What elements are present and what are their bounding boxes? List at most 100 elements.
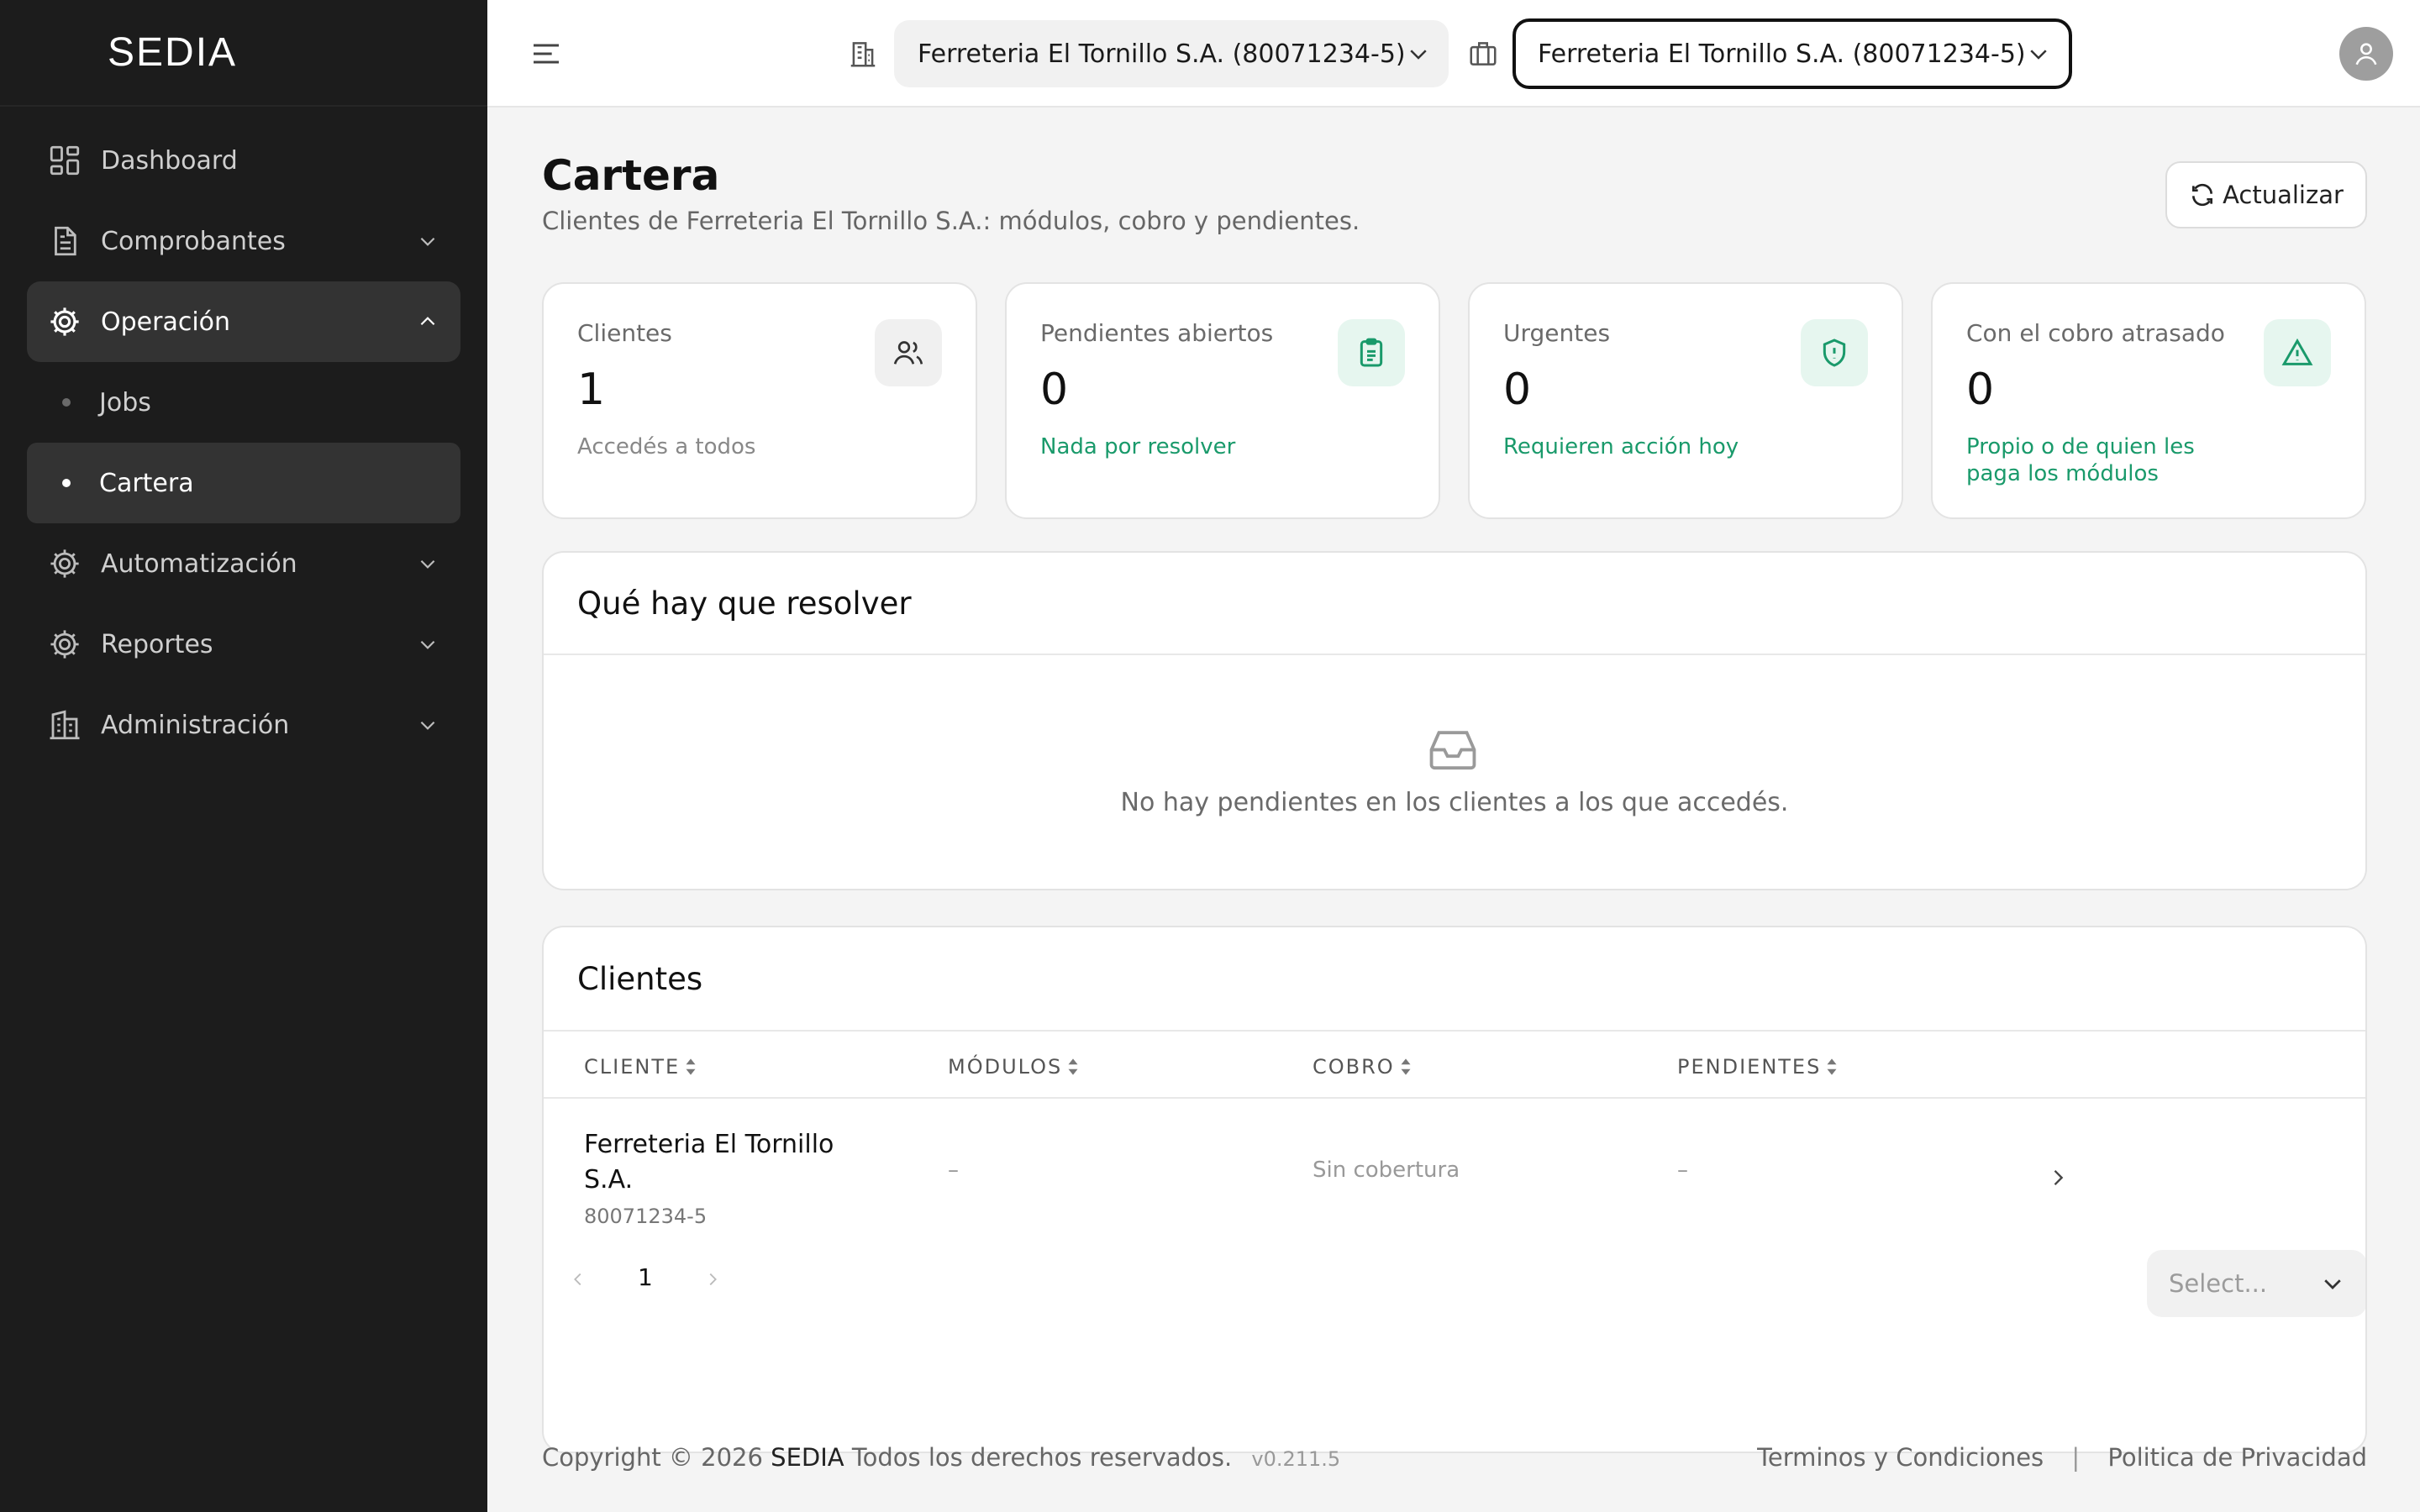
pagination: 1 Select...	[544, 1233, 2365, 1317]
user-avatar[interactable]	[2339, 27, 2393, 81]
column-header-cliente[interactable]: CLIENTE	[584, 1055, 697, 1079]
building-icon	[847, 38, 879, 70]
chevron-down-icon	[417, 633, 439, 655]
chevron-up-icon	[417, 311, 439, 333]
sidebar: SEDIA Dashboard Comprobantes Operación J…	[0, 0, 487, 1512]
column-header-label: COBRO	[1313, 1055, 1395, 1079]
column-header-pendientes[interactable]: PENDIENTES	[1677, 1055, 1838, 1079]
stat-card-note: Accedés a todos	[577, 434, 756, 459]
gear-icon	[47, 304, 82, 339]
page-number[interactable]: 1	[638, 1263, 653, 1291]
company-select-value: Ferreteria El Tornillo S.A. (80071234-5)	[918, 39, 1406, 69]
company-select[interactable]: Ferreteria El Tornillo S.A. (80071234-5)	[894, 20, 1449, 87]
sort-icon	[1400, 1058, 1412, 1076]
menu-toggle-icon[interactable]	[529, 37, 563, 71]
building-icon	[47, 707, 82, 743]
client-select-value: Ferreteria El Tornillo S.A. (80071234-5)	[1538, 39, 2026, 69]
footer-links: Terminos y Condiciones | Politica de Pri…	[1757, 1443, 2367, 1472]
privacy-link[interactable]: Politica de Privacidad	[2107, 1443, 2367, 1472]
stat-card-value: 0	[1503, 365, 1532, 415]
refresh-label: Actualizar	[2223, 181, 2344, 209]
column-header-cobro[interactable]: COBRO	[1313, 1055, 1412, 1079]
sidebar-item-operacion[interactable]: Operación	[27, 281, 460, 362]
chevron-down-icon	[2026, 41, 2051, 66]
sidebar-nav: Dashboard Comprobantes Operación Jobs Ca…	[0, 107, 487, 765]
stat-card-note: Nada por resolver	[1040, 434, 1236, 459]
chevron-down-icon	[2320, 1271, 2345, 1296]
sort-icon	[685, 1058, 697, 1076]
previous-page-icon[interactable]	[569, 1270, 587, 1289]
user-icon	[2352, 39, 2381, 68]
sort-icon	[1826, 1058, 1838, 1076]
page-size-placeholder: Select...	[2169, 1269, 2268, 1298]
empty-state: No hay pendientes en los clientes a los …	[544, 655, 2365, 889]
chevron-down-icon	[417, 714, 439, 736]
sidebar-item-label: Reportes	[101, 629, 213, 659]
client-select[interactable]: Ferreteria El Tornillo S.A. (80071234-5)	[1512, 18, 2072, 89]
footer-brand: SEDIA	[771, 1443, 844, 1472]
chevron-down-icon	[1406, 41, 1431, 66]
modules-cell: –	[948, 1158, 959, 1183]
gear-icon	[47, 546, 82, 581]
users-icon	[875, 319, 942, 386]
bullet-icon	[62, 398, 71, 407]
terms-link[interactable]: Terminos y Condiciones	[1757, 1443, 2044, 1472]
sidebar-item-reportes[interactable]: Reportes	[27, 604, 460, 685]
sidebar-item-label: Dashboard	[101, 145, 238, 176]
stat-card-pendientes: Pendientes abiertos 0 Nada por resolver	[1005, 282, 1440, 519]
stat-card-value: 0	[1040, 365, 1069, 415]
bullet-icon	[62, 479, 71, 487]
document-icon	[47, 223, 82, 259]
warning-icon	[2264, 319, 2331, 386]
copyright-text: Copyright © 2026	[542, 1443, 763, 1472]
rights-text: Todos los derechos reservados.	[851, 1443, 1233, 1472]
gear-icon	[47, 627, 82, 662]
chevron-down-icon	[417, 553, 439, 575]
pending-panel-title: Qué hay que resolver	[544, 553, 2365, 655]
sidebar-subitem-jobs[interactable]: Jobs	[27, 362, 460, 443]
briefcase-icon	[1467, 38, 1499, 70]
sidebar-item-administracion[interactable]: Administración	[27, 685, 460, 765]
sidebar-item-label: Automatización	[101, 549, 297, 579]
sidebar-item-comprobantes[interactable]: Comprobantes	[27, 201, 460, 281]
page-title: Cartera	[542, 151, 720, 200]
stat-cards: Clientes 1 Accedés a todos Pendientes ab…	[542, 282, 2367, 519]
clipboard-icon	[1338, 319, 1405, 386]
column-header-label: CLIENTE	[584, 1055, 681, 1079]
dashboard-icon	[47, 143, 82, 178]
sidebar-subitem-cartera[interactable]: Cartera	[27, 443, 460, 523]
sort-icon	[1067, 1058, 1079, 1076]
brand-logo[interactable]: SEDIA	[0, 0, 487, 107]
clients-panel-title: Clientes	[577, 960, 703, 997]
chevron-right-icon[interactable]	[2046, 1166, 2070, 1189]
sidebar-item-automatizacion[interactable]: Automatización	[27, 523, 460, 604]
stat-card-value: 1	[577, 365, 606, 415]
page-size-select[interactable]: Select...	[2147, 1250, 2365, 1317]
table-header: CLIENTE MÓDULOS COBRO PENDIENTES	[544, 1030, 2365, 1099]
chevron-down-icon	[417, 230, 439, 252]
stat-card-title: Urgentes	[1503, 319, 1611, 347]
stat-card-urgentes: Urgentes 0 Requieren acción hoy	[1468, 282, 1903, 519]
pending-cell: –	[1677, 1158, 1688, 1183]
column-header-label: MÓDULOS	[948, 1055, 1063, 1079]
column-header-modulos[interactable]: MÓDULOS	[948, 1055, 1079, 1079]
sidebar-subitem-label: Cartera	[99, 468, 194, 498]
table-row[interactable]: Ferreteria El Tornillo S.A. 80071234-5 –…	[544, 1099, 2365, 1233]
stat-card-note: Requieren acción hoy	[1503, 434, 1739, 459]
footer: Copyright © 2026 SEDIA Todos los derecho…	[542, 1443, 2367, 1477]
stat-card-title: Con el cobro atrasado	[1966, 319, 2225, 347]
sidebar-item-label: Administración	[101, 710, 290, 740]
stat-card-title: Clientes	[577, 319, 672, 347]
sidebar-item-dashboard[interactable]: Dashboard	[27, 120, 460, 201]
stat-card-title: Pendientes abiertos	[1040, 319, 1274, 347]
refresh-button[interactable]: Actualizar	[2165, 161, 2367, 228]
top-bar: Ferreteria El Tornillo S.A. (80071234-5)…	[487, 0, 2420, 108]
next-page-icon[interactable]	[703, 1270, 722, 1289]
sidebar-subitem-label: Jobs	[99, 387, 151, 417]
refresh-icon	[2189, 181, 2223, 208]
copyright: Copyright © 2026 SEDIA Todos los derecho…	[542, 1443, 1340, 1472]
clients-panel: Clientes CLIENTE MÓDULOS COBRO PENDIENTE…	[542, 926, 2367, 1453]
brand-name: SEDIA	[108, 30, 238, 75]
shield-icon	[1801, 319, 1868, 386]
sidebar-item-label: Comprobantes	[101, 226, 286, 256]
